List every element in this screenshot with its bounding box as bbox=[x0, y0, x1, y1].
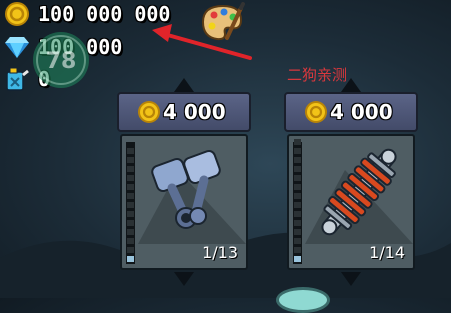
card-pointer-bottom bbox=[341, 272, 361, 286]
annotation-note: 二狗亲测 bbox=[287, 66, 348, 84]
diamond-icon bbox=[5, 37, 29, 58]
level-segment bbox=[127, 175, 134, 181]
card-pointer-top bbox=[341, 78, 361, 92]
upgrade-level: 1/13 bbox=[202, 243, 238, 262]
level-segment bbox=[127, 211, 134, 217]
upgrade-price: 4 000 bbox=[330, 100, 393, 124]
level-segment bbox=[294, 193, 301, 199]
level-progress-bar bbox=[293, 139, 302, 264]
level-segment bbox=[127, 193, 134, 199]
level-segment bbox=[127, 247, 134, 253]
level-segment bbox=[294, 175, 301, 181]
level-segment bbox=[127, 166, 134, 172]
upgrade-panel-engine[interactable]: 1/13 bbox=[120, 134, 248, 270]
level-segment bbox=[294, 148, 301, 154]
upgrade-price: 4 000 bbox=[163, 100, 226, 124]
watermark-text: 78 bbox=[46, 49, 77, 74]
fuel-can-icon bbox=[6, 67, 29, 91]
level-segment bbox=[294, 229, 301, 235]
coin-icon bbox=[138, 101, 160, 123]
level-segment bbox=[294, 220, 301, 226]
engine-pistons-icon bbox=[138, 150, 246, 244]
level-segment bbox=[127, 238, 134, 244]
upgrade-price-button[interactable]: 4 000 bbox=[284, 92, 418, 132]
annotation-arrow bbox=[152, 24, 252, 60]
bottom-action-button[interactable] bbox=[276, 287, 330, 313]
level-segment bbox=[294, 157, 301, 163]
level-segment bbox=[294, 256, 301, 262]
level-segment bbox=[294, 202, 301, 208]
level-segment bbox=[294, 166, 301, 172]
coin-icon bbox=[5, 2, 29, 26]
level-progress-bar bbox=[126, 142, 135, 264]
watermark-badge: 78 bbox=[33, 32, 89, 88]
level-segment bbox=[294, 184, 301, 190]
upgrade-level: 1/14 bbox=[369, 243, 405, 262]
level-segment bbox=[127, 148, 134, 154]
level-segment bbox=[294, 247, 301, 253]
coin-icon bbox=[305, 101, 327, 123]
level-segment bbox=[127, 229, 134, 235]
level-segment bbox=[127, 202, 134, 208]
level-segment bbox=[127, 256, 134, 262]
upgrade-price-button[interactable]: 4 000 bbox=[117, 92, 251, 132]
upgrade-card-suspension: 4 000 1/14 bbox=[284, 78, 418, 286]
coin-counter: 100 000 000 bbox=[4, 1, 170, 27]
level-segment bbox=[127, 184, 134, 190]
upgrade-card-engine: 4 000 1/13 bbox=[117, 78, 251, 286]
card-pointer-top bbox=[174, 78, 194, 92]
card-pointer-bottom bbox=[174, 272, 194, 286]
level-segment bbox=[294, 238, 301, 244]
level-segment bbox=[294, 211, 301, 217]
suspension-spring-icon bbox=[305, 148, 413, 244]
level-segment bbox=[294, 139, 301, 145]
level-segment bbox=[127, 157, 134, 163]
upgrade-panel-suspension[interactable]: 1/14 bbox=[287, 134, 415, 270]
level-segment bbox=[127, 220, 134, 226]
